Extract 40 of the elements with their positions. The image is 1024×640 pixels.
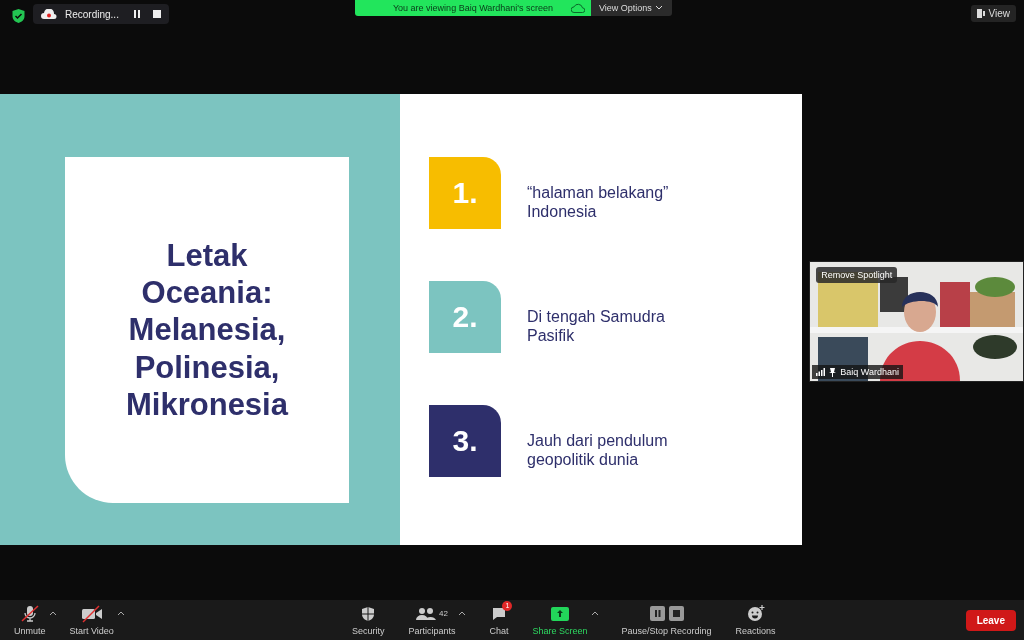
smiley-icon	[746, 605, 765, 622]
stop-icon[interactable]	[152, 10, 161, 18]
recording-button[interactable]: Pause/Stop Recording	[621, 604, 712, 636]
point-text: Jauh dari pendulum geopolitik dunia	[527, 430, 669, 470]
caret-icon[interactable]	[117, 610, 124, 615]
caret-icon[interactable]	[591, 610, 598, 615]
mic-button[interactable]: Unmute	[14, 604, 46, 636]
chevron-down-icon	[655, 6, 662, 10]
participant-name: Baiq Wardhani	[840, 367, 899, 377]
remove-spotlight-button[interactable]: Remove Spotlight	[816, 267, 898, 283]
pause-icon[interactable]	[132, 10, 141, 18]
point-text: Di tengah Samudra Pasifik	[527, 306, 666, 346]
shield-icon	[361, 605, 376, 622]
reactions-button[interactable]: Reactions	[735, 604, 776, 636]
people-icon	[415, 606, 436, 621]
shield-check-icon[interactable]	[12, 9, 25, 23]
layout-icon	[976, 9, 985, 18]
screen-share-banner: You are viewing Baiq Wardhani's screen	[355, 0, 591, 16]
caret-icon[interactable]	[49, 610, 56, 615]
view-button[interactable]: View	[970, 5, 1016, 22]
view-options-button[interactable]: View Options	[591, 0, 672, 16]
signal-icon	[816, 368, 826, 376]
leave-button[interactable]: Leave	[965, 609, 1016, 631]
pin-icon	[829, 367, 837, 377]
share-screen-icon	[550, 606, 569, 621]
pause-stop-icon	[649, 606, 684, 621]
number-tile: 1.	[429, 157, 501, 229]
point-text: “halaman belakang” Indonesia	[527, 182, 670, 222]
slide-title: Letak Oceania: Melanesia, Polinesia, Mikronesia	[125, 237, 290, 423]
cloud-record-icon	[41, 9, 57, 19]
video-button[interactable]: Start Video	[69, 604, 114, 636]
recording-label: Recording...	[65, 8, 119, 20]
cloud-icon	[571, 3, 585, 13]
share-button[interactable]: Share Screen	[532, 604, 588, 636]
number-tile: 2.	[429, 281, 501, 353]
chat-bubble-icon	[490, 605, 507, 622]
participants-button[interactable]: 42 Participants	[408, 604, 456, 636]
security-button[interactable]: Security	[351, 604, 385, 636]
caret-icon[interactable]	[459, 610, 466, 615]
number-tile: 3.	[429, 405, 501, 477]
